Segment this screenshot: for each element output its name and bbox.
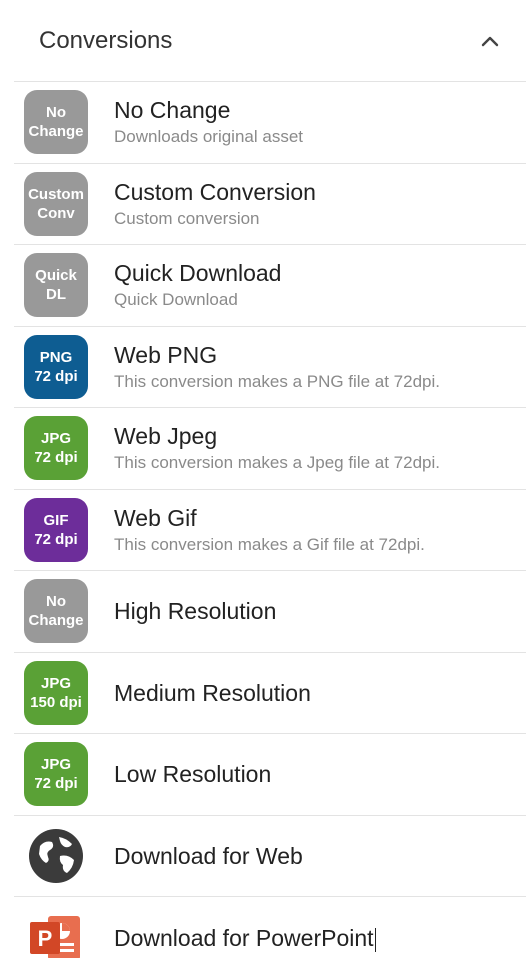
conversion-name: Web Gif xyxy=(114,504,197,531)
badge-line-1: GIF xyxy=(43,511,69,529)
conversion-web-jpeg[interactable]: JPG 72 dpi Web Jpeg This conversion make… xyxy=(14,408,526,490)
conversion-description: Custom conversion xyxy=(114,208,260,228)
panel-title: Conversions xyxy=(39,26,173,54)
text-caret xyxy=(374,927,376,952)
gif-72dpi-badge: GIF 72 dpi xyxy=(24,497,88,562)
no-change-badge: No Change xyxy=(24,579,88,644)
conversions-panel: Conversions No Change No Change Download… xyxy=(0,0,526,958)
svg-text:P: P xyxy=(38,926,53,951)
badge-line-2: Conv xyxy=(37,204,75,222)
powerpoint-icon: P xyxy=(24,906,88,958)
conversion-low-resolution[interactable]: JPG 72 dpi Low Resolution xyxy=(14,734,526,816)
conversion-no-change[interactable]: No Change No Change Downloads original a… xyxy=(14,82,526,164)
globe-icon xyxy=(24,824,88,888)
badge-line-1: Custom xyxy=(28,185,84,203)
conversion-name: Low Resolution xyxy=(114,761,272,788)
conversion-name: Download for Web xyxy=(114,842,303,869)
badge-line-1: JPG xyxy=(40,674,71,692)
conversion-download-for-web[interactable]: Download for Web xyxy=(14,816,526,897)
conversion-name: Download for PowerPoint xyxy=(114,924,374,951)
badge-line-2: Change xyxy=(28,123,84,141)
badge-line-2: 72 dpi xyxy=(34,530,78,548)
conversion-name: No Change xyxy=(114,97,231,124)
conversion-name-with-caret: Download for PowerPoint xyxy=(114,924,376,952)
png-72dpi-badge: PNG 72 dpi xyxy=(24,334,88,399)
conversion-description: Quick Download xyxy=(114,290,238,310)
conversion-high-resolution[interactable]: No Change High Resolution xyxy=(14,571,526,653)
conversion-name: Web Jpeg xyxy=(114,423,218,450)
badge-line-1: Quick xyxy=(35,267,77,285)
jpg-72dpi-badge: JPG 72 dpi xyxy=(24,416,88,481)
badge-line-1: PNG xyxy=(39,348,73,366)
conversion-description: This conversion makes a PNG file at 72dp… xyxy=(114,371,440,391)
conversion-name: Web PNG xyxy=(114,341,218,368)
conversion-download-for-powerpoint[interactable]: P Download for PowerPoint xyxy=(14,897,526,958)
conversion-description: This conversion makes a Jpeg file at 72d… xyxy=(114,453,441,473)
badge-line-1: JPG xyxy=(40,756,71,774)
no-change-badge: No Change xyxy=(24,90,88,155)
quick-dl-badge: Quick DL xyxy=(24,253,88,318)
badge-line-2: 72 dpi xyxy=(34,367,78,385)
custom-conv-badge: Custom Conv xyxy=(24,171,88,236)
badge-line-1: JPG xyxy=(40,430,71,448)
conversion-description: This conversion makes a Gif file at 72dp… xyxy=(114,534,425,554)
conversion-quick-download[interactable]: Quick DL Quick Download Quick Download xyxy=(14,245,526,327)
badge-line-2: Change xyxy=(28,612,84,630)
conversion-description: Downloads original asset xyxy=(114,127,303,147)
conversion-name: Medium Resolution xyxy=(114,679,311,706)
jpg-150dpi-badge: JPG 150 dpi xyxy=(24,660,88,725)
conversion-name: Quick Download xyxy=(114,260,282,287)
badge-line-1: No xyxy=(46,104,66,122)
jpg-72dpi-badge: JPG 72 dpi xyxy=(24,742,88,807)
badge-line-2: DL xyxy=(46,286,66,304)
conversion-medium-resolution[interactable]: JPG 150 dpi Medium Resolution xyxy=(14,653,526,734)
badge-line-2: 72 dpi xyxy=(34,449,78,467)
badge-line-2: 150 dpi xyxy=(30,693,82,711)
conversion-web-png[interactable]: PNG 72 dpi Web PNG This conversion makes… xyxy=(14,327,526,408)
conversion-web-gif[interactable]: GIF 72 dpi Web Gif This conversion makes… xyxy=(14,490,526,571)
conversion-list: No Change No Change Downloads original a… xyxy=(14,82,526,958)
conversion-name: High Resolution xyxy=(114,598,277,625)
conversions-header[interactable]: Conversions xyxy=(14,0,526,82)
conversion-name: Custom Conversion xyxy=(114,178,316,205)
badge-line-1: No xyxy=(46,593,66,611)
chevron-up-icon[interactable] xyxy=(480,31,500,51)
badge-line-2: 72 dpi xyxy=(34,775,78,793)
conversion-custom[interactable]: Custom Conv Custom Conversion Custom con… xyxy=(14,164,526,245)
